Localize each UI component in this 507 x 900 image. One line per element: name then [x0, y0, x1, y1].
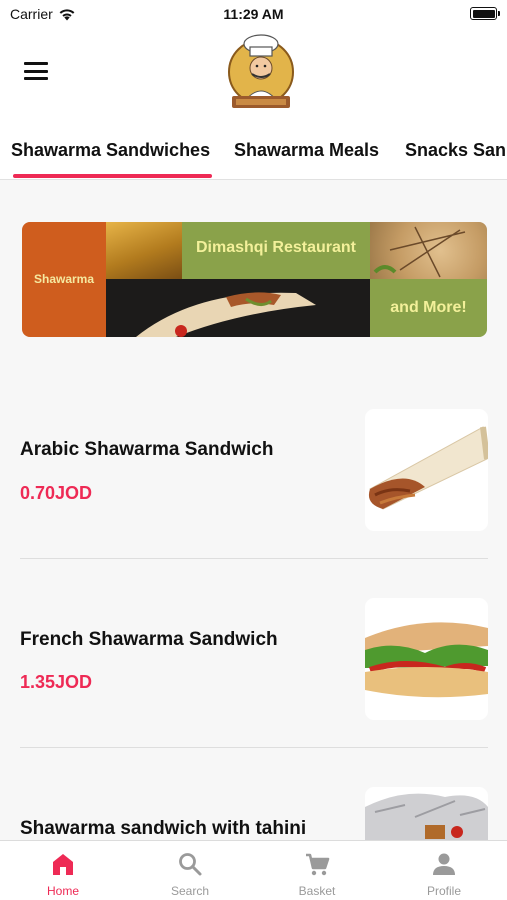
product-price: 1.35JOD — [20, 672, 93, 692]
product-item[interactable]: Arabic Shawarma Sandwich 0.70JOD — [20, 409, 488, 534]
banner-subtitle: and More! — [390, 299, 467, 316]
tab-profile[interactable]: Profile — [381, 841, 507, 900]
battery-icon — [470, 7, 500, 20]
banner-fries-image — [106, 222, 182, 279]
wrap-illustration — [136, 292, 316, 337]
tab-shawarma-sandwiches[interactable]: Shawarma Sandwiches — [11, 140, 210, 161]
tab-home[interactable]: Home — [0, 841, 126, 900]
banner-shawarma-panel: Shawarma — [22, 222, 106, 337]
banner-left-text: Shawarma — [33, 272, 95, 286]
tab-snacks-sandwiches[interactable]: Snacks San — [405, 140, 506, 161]
chef-logo-icon[interactable] — [226, 30, 296, 114]
product-name: Shawarma sandwich with tahini — [20, 818, 307, 839]
active-tab-indicator — [13, 174, 212, 178]
status-bar: Carrier 11:29 AM — [0, 0, 507, 28]
home-icon — [53, 854, 73, 875]
banner-wrap-image — [106, 279, 370, 337]
tab-home-label: Home — [46, 884, 79, 898]
person-icon — [433, 853, 455, 875]
product-item[interactable]: French Shawarma Sandwich 1.35JOD — [20, 598, 488, 723]
list-divider — [20, 558, 488, 559]
tab-search-label: Search — [170, 884, 210, 898]
banner-title: Dimashqi Restaurant — [195, 239, 357, 256]
cart-icon — [306, 853, 330, 876]
product-name: French Shawarma Sandwich — [20, 629, 278, 650]
product-image[interactable] — [365, 598, 488, 720]
tab-search[interactable]: Search — [127, 841, 253, 900]
banner-title-panel: Dimashqi Restaurant — [182, 222, 370, 279]
product-price: 0.70JOD — [20, 483, 93, 503]
product-image[interactable] — [365, 409, 488, 531]
app-header — [0, 28, 507, 122]
category-tabs: Shawarma Sandwiches Shawarma Meals Snack… — [0, 122, 507, 180]
tab-profile-label: Profile — [426, 884, 461, 898]
search-icon — [179, 853, 202, 876]
banner-pizza-image — [370, 222, 487, 279]
tab-basket[interactable]: Basket — [254, 841, 380, 900]
banner-more-panel: and More! — [370, 279, 487, 337]
tab-shawarma-meals[interactable]: Shawarma Meals — [234, 140, 379, 161]
tab-basket-label: Basket — [298, 884, 336, 898]
status-time: 11:29 AM — [223, 6, 284, 22]
hamburger-menu-icon[interactable] — [24, 62, 48, 80]
bottom-tab-bar: Home Search Basket Profile — [0, 840, 507, 900]
list-divider — [20, 747, 488, 748]
product-name: Arabic Shawarma Sandwich — [20, 439, 274, 460]
promo-banner[interactable]: Shawarma Dimashqi Restaurant and More! — [22, 222, 487, 337]
